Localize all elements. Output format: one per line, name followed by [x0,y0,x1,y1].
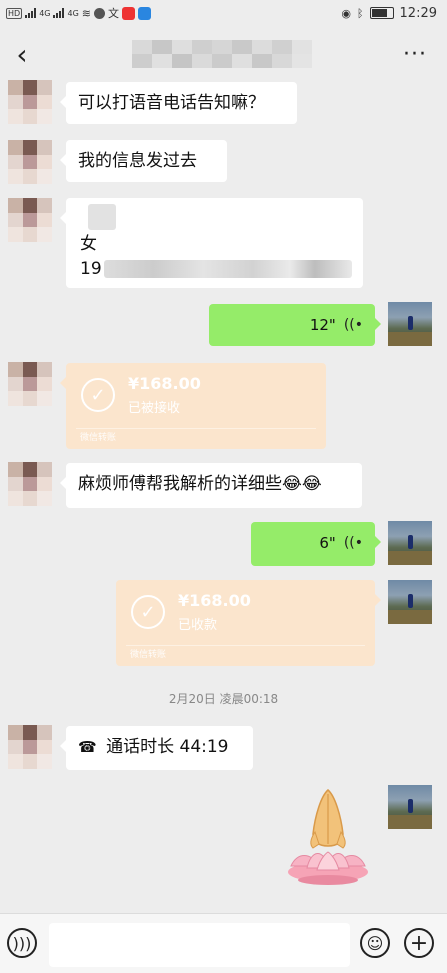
contact-avatar[interactable] [8,362,52,406]
wechat-icon [94,7,105,19]
lotus-pray-sticker[interactable] [283,786,373,890]
transfer-amount: ¥168.00 [128,374,201,393]
redacted-phone [104,260,352,278]
message-input[interactable] [49,923,350,967]
message-bubble[interactable]: 麻烦师傅帮我解析的详细些😂😂 [60,463,362,508]
message-timestamp: 2月20日 凌晨00:18 [168,692,279,706]
more-button[interactable]: ··· [395,34,435,74]
call-duration-text: 通话时长 44:19 [106,737,229,757]
message-text: 麻烦师傅帮我解析的详细些😂😂 [78,474,322,494]
call-record-bubble[interactable]: ☎ 通话时长 44:19 [60,726,253,770]
transfer-status: 已收款 [178,618,218,633]
my-avatar[interactable] [388,521,432,565]
signal-icon [25,8,37,18]
voice-content: 6" ((• [263,532,363,554]
clock: 12:29 [399,5,437,21]
check-icon: ✓ [131,595,165,629]
transfer-status: 已被接收 [128,401,181,416]
status-left: HD 4G 4G ≋ 文 [0,5,151,21]
message-bubble[interactable]: 我的信息发过去 [60,140,227,182]
back-button[interactable]: ‹ [2,34,42,74]
voice-input-icon: ))) [12,933,32,953]
network-label: 4G [67,8,79,18]
my-avatar[interactable] [388,302,432,346]
message-bubble[interactable]: 女 19 [60,198,363,288]
voice-input-button[interactable]: ))) [7,928,37,958]
chevron-left-icon: ‹ [16,37,28,71]
sticker-image [288,789,368,885]
input-bar: ))) ☺ + [0,913,447,973]
wifi-icon: ≋ [81,6,91,20]
phone-icon: ☎ [78,738,97,756]
contact-avatar[interactable] [8,80,52,124]
voice-wave-icon: ((• [343,317,363,333]
voice-content: 12" ((• [221,314,363,336]
my-avatar[interactable] [388,785,432,829]
app-icon [122,6,135,20]
divider [76,428,316,429]
transfer-amount: ¥168.00 [178,591,251,610]
voice-message[interactable]: 6" ((• [251,522,381,566]
emoji-icon: ☺ [366,933,384,953]
message-text: 19 [80,259,102,279]
hd-badge: HD [6,7,23,19]
network-label: 4G [39,8,51,18]
bluetooth-icon: ᛒ [356,6,364,20]
status-bar: HD 4G 4G ≋ 文 ◉ ᛒ 12:29 [0,0,447,26]
app-icon [138,6,151,20]
contact-avatar[interactable] [8,725,52,769]
emoji-button[interactable]: ☺ [360,928,390,958]
check-icon: ✓ [81,378,115,412]
transfer-footer: 微信转账 [130,650,167,660]
my-avatar[interactable] [388,580,432,624]
more-icon: ··· [403,41,427,67]
message-text: 女 [80,234,97,254]
translate-icon: 文 [108,7,119,20]
voice-message[interactable]: 12" ((• [209,304,381,346]
plus-button[interactable]: + [404,928,434,958]
transfer-footer: 微信转账 [80,433,117,443]
contact-avatar[interactable] [8,140,52,184]
status-right: ◉ ᛒ 12:29 [341,6,447,21]
plus-icon: + [409,930,429,956]
eye-icon: ◉ [341,6,351,20]
chat-title [132,40,312,68]
signal-icon [53,8,65,18]
battery-icon [369,7,394,19]
divider [126,645,365,646]
message-bubble[interactable]: 可以打语音电话告知嘛？ [60,82,297,124]
contact-avatar[interactable] [8,462,52,506]
chat-header: ‹ ··· [0,26,447,82]
message-text: 我的信息发过去 [78,151,197,171]
voice-duration: 12" [309,316,336,334]
voice-wave-icon: ((• [343,535,363,551]
contact-avatar[interactable] [8,198,52,242]
redacted-block [88,204,116,230]
transfer-card[interactable]: ✓ ¥168.00 已被接收 微信转账 [60,363,326,449]
message-text: 可以打语音电话告知嘛？ [78,93,265,113]
transfer-card[interactable]: ✓ ¥168.00 已收款 微信转账 [116,580,381,666]
voice-duration: 6" [319,534,336,552]
